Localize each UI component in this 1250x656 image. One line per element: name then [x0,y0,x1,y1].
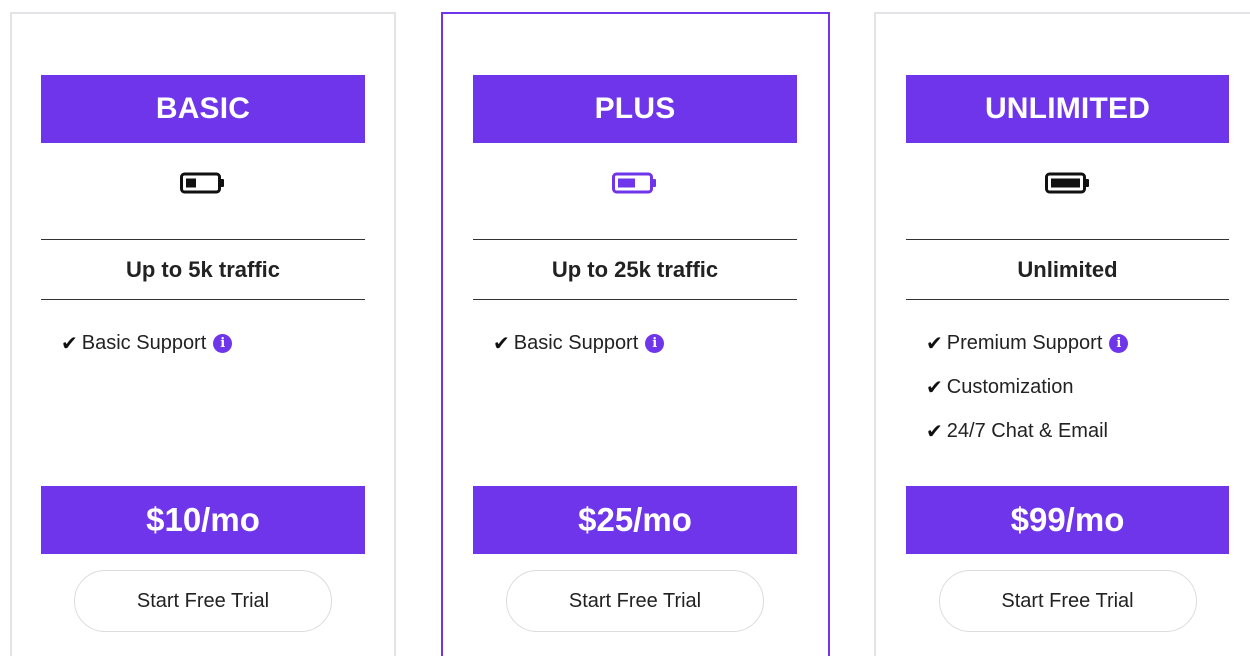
check-icon: ✔ [926,419,943,443]
traffic-limit: Unlimited [1017,256,1118,282]
pricing-table: BASIC Up to 5k traffic ✔ Basic Support i… [0,0,1250,656]
check-icon: ✔ [926,375,943,399]
start-free-trial-button[interactable]: Start Free Trial [506,570,764,632]
battery-half-icon [612,172,656,194]
feature-list: ✔ Basic Support i [493,321,797,365]
battery-low-icon [180,172,224,194]
plan-name: PLUS [473,75,797,143]
feature-label: 24/7 Chat & Email [946,419,1108,442]
plan-name: UNLIMITED [906,75,1229,143]
feature-item: ✔ Basic Support i [61,321,365,365]
pricing-card-unlimited: UNLIMITED Unlimited ✔ Premium Support i … [874,12,1250,656]
check-icon: ✔ [493,331,510,355]
pricing-card-basic: BASIC Up to 5k traffic ✔ Basic Support i… [10,12,396,656]
feature-label: Basic Support [513,331,639,354]
feature-item: ✔ Customization [926,365,1229,409]
traffic-limit: Up to 5k traffic [125,256,281,282]
start-free-trial-button[interactable]: Start Free Trial [74,570,332,632]
feature-label: Premium Support [946,331,1103,354]
check-icon: ✔ [926,331,943,355]
feature-list: ✔ Basic Support i [61,321,365,365]
start-free-trial-button[interactable]: Start Free Trial [938,570,1197,632]
feature-list: ✔ Premium Support i ✔ Customization ✔ 24… [926,321,1229,453]
pricing-card-plus: PLUS Up to 25k traffic ✔ Basic Support i… [441,12,830,656]
divider [906,299,1229,300]
info-icon[interactable]: i [645,333,665,353]
battery-full-icon [1044,172,1089,194]
price: $10/mo [41,486,365,554]
check-icon: ✔ [61,331,78,355]
info-icon[interactable]: i [213,333,233,353]
plan-name: BASIC [41,75,365,143]
info-icon[interactable]: i [1109,333,1129,353]
feature-item: ✔ Basic Support i [493,321,797,365]
feature-label: Basic Support [81,331,207,354]
traffic-limit: Up to 25k traffic [551,256,719,282]
feature-label: Customization [946,375,1074,398]
price: $25/mo [473,486,797,554]
price: $99/mo [906,486,1229,554]
feature-item: ✔ 24/7 Chat & Email [926,409,1229,453]
divider [41,299,365,300]
divider [473,299,797,300]
feature-item: ✔ Premium Support i [926,321,1229,365]
